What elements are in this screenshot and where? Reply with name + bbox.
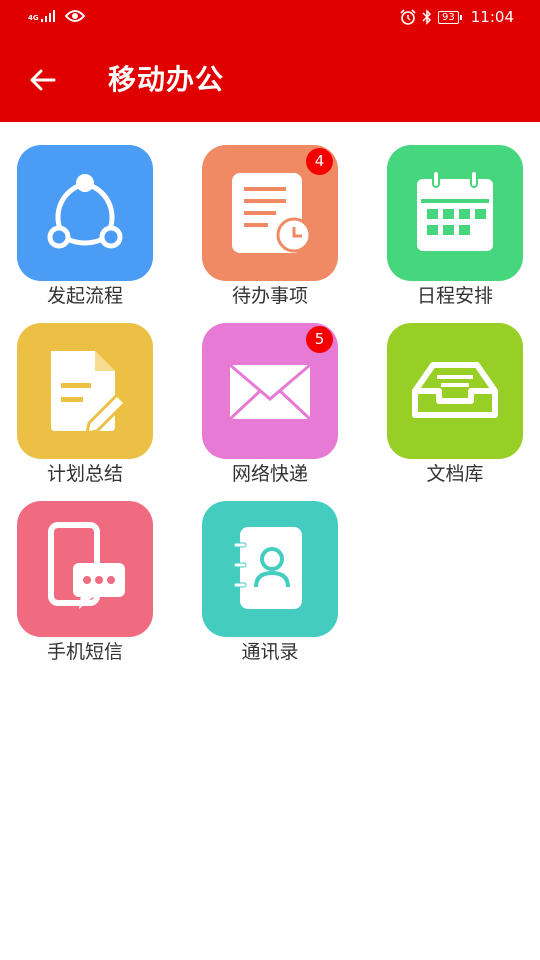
signal-icon bbox=[40, 10, 55, 22]
status-left: 4G bbox=[28, 9, 85, 23]
express-badge: 5 bbox=[306, 326, 333, 353]
plan-summary-icon-bg bbox=[17, 323, 153, 459]
calendar-icon bbox=[417, 170, 493, 251]
app-tile-schedule[interactable]: 日程安排 bbox=[370, 122, 540, 307]
document-library-icon-bg bbox=[387, 323, 523, 459]
app-tile-todo[interactable]: 4 待办事项 bbox=[185, 122, 355, 307]
alarm-icon bbox=[400, 9, 416, 25]
status-time: 11:04 bbox=[470, 8, 514, 26]
network-type-label: 4G bbox=[28, 14, 39, 22]
todo-document-clock-icon bbox=[232, 173, 312, 253]
eye-icon bbox=[64, 10, 85, 22]
app-tile-plan-summary[interactable]: 计划总结 bbox=[0, 300, 170, 485]
app-tile-start-process[interactable]: 发起流程 bbox=[0, 122, 170, 307]
app-label: 通讯录 bbox=[241, 641, 299, 663]
back-arrow-icon bbox=[30, 69, 56, 91]
app-label: 手机短信 bbox=[46, 641, 123, 663]
app-tile-network-express[interactable]: 5 网络快递 bbox=[185, 300, 355, 485]
schedule-icon-bg bbox=[387, 145, 523, 281]
envelope-icon bbox=[228, 363, 312, 421]
back-button[interactable] bbox=[24, 62, 60, 98]
status-right: 93 11:04 bbox=[400, 8, 514, 26]
phone-message-icon bbox=[48, 522, 125, 609]
page-title: 移动办公 bbox=[108, 63, 225, 96]
contacts-icon-bg bbox=[202, 501, 338, 637]
document-tray-icon bbox=[412, 362, 498, 418]
app-tile-contacts[interactable]: 通讯录 bbox=[185, 478, 355, 663]
bluetooth-icon bbox=[422, 9, 432, 25]
todo-badge: 4 bbox=[306, 148, 333, 175]
document-edit-icon bbox=[51, 351, 128, 435]
app-label: 文档库 bbox=[426, 463, 484, 485]
signal-group: 4G bbox=[28, 10, 57, 22]
app-tile-document-library[interactable]: 文档库 bbox=[370, 300, 540, 485]
sms-icon-bg bbox=[17, 501, 153, 637]
app-bar: 移动办公 bbox=[0, 36, 540, 122]
app-tile-sms[interactable]: 手机短信 bbox=[0, 478, 170, 663]
battery-indicator: 93 bbox=[438, 10, 462, 24]
address-book-icon bbox=[233, 527, 302, 609]
status-bar: 4G 93 11:04 bbox=[0, 0, 540, 36]
start-process-icon-bg bbox=[17, 145, 153, 281]
share-circle-icon bbox=[47, 174, 123, 249]
